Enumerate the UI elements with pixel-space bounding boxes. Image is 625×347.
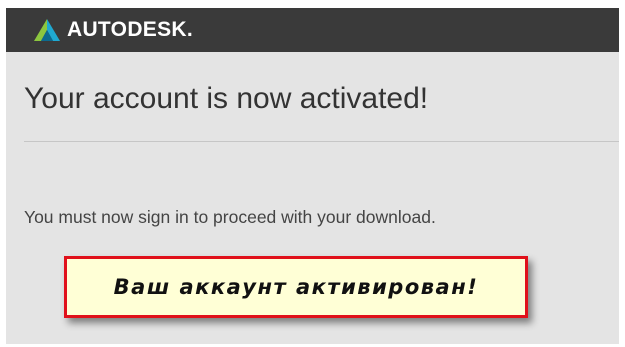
- header-bar: AUTODESK.: [6, 8, 619, 52]
- page-title: Your account is now activated!: [24, 82, 429, 115]
- autodesk-logo[interactable]: AUTODESK.: [34, 18, 193, 42]
- brand-name: AUTODESK.: [67, 18, 193, 41]
- annotation-note: Ваш аккаунт активирован!: [64, 256, 528, 318]
- autodesk-logo-icon: [34, 19, 60, 41]
- page: AUTODESK. Your account is now activated!…: [0, 0, 625, 347]
- divider: [24, 141, 619, 142]
- annotation-text: Ваш аккаунт активирован!: [113, 275, 479, 299]
- sign-in-message: You must now sign in to proceed with you…: [24, 207, 436, 227]
